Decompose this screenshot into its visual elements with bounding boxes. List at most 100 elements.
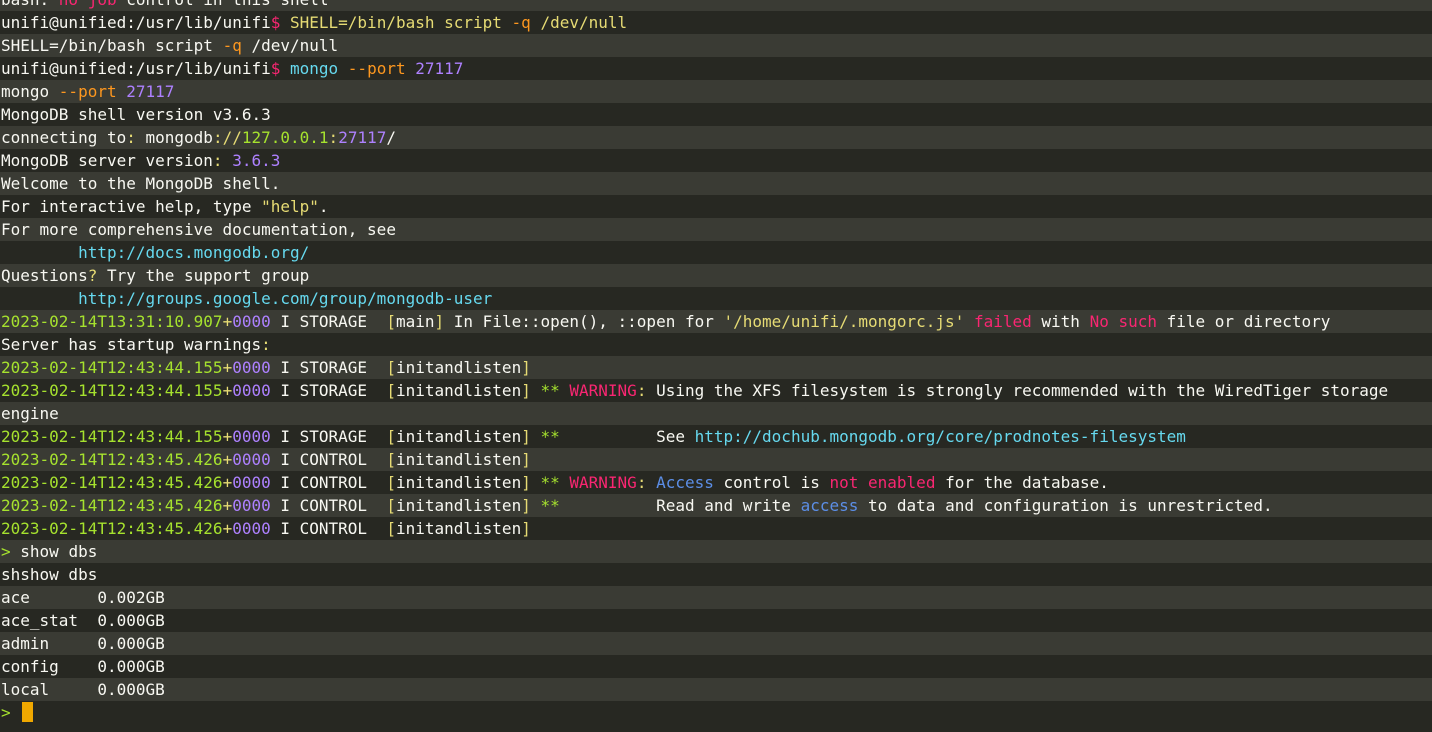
terminal-text: /dev/null [241, 36, 339, 55]
terminal-line: For interactive help, type "help". [0, 195, 1432, 218]
terminal-text: 0000 [232, 519, 271, 538]
terminal-text: failed [973, 312, 1032, 331]
terminal-text: MongoDB shell version v3.6.3 [1, 105, 271, 124]
terminal-line: http://groups.google.com/group/mongodb-u… [0, 287, 1432, 310]
terminal-text: mongo [1, 82, 59, 101]
terminal-line: Server has startup warnings: [0, 333, 1432, 356]
terminal-text: admin 0.000GB [1, 634, 165, 653]
terminal-line: > show dbs [0, 540, 1432, 563]
terminal-text: In File::open(), ::open for [444, 312, 724, 331]
terminal-text: bash: [1, 0, 59, 9]
terminal-text: Welcome to the MongoDB shell. [1, 174, 281, 193]
terminal-text: initandlisten [395, 450, 522, 469]
terminal-text: [ [386, 358, 396, 377]
terminal-text: ] [434, 312, 445, 331]
terminal-line: 2023-02-14T12:43:44.155+0000 I STORAGE [… [0, 356, 1432, 379]
terminal-text: initandlisten [395, 496, 522, 515]
terminal-text: > [1, 703, 11, 722]
terminal-text: 2023-02-14T13:31:10.907 [1, 312, 223, 331]
terminal-text: main [395, 312, 435, 331]
terminal-text: ace 0.002GB [1, 588, 165, 607]
terminal-text: 0000 [232, 496, 271, 515]
terminal-text: 3.6.3 [222, 151, 281, 170]
terminal-text: ? [87, 266, 98, 285]
terminal-text: no job [59, 0, 117, 9]
terminal-text: ** [530, 381, 560, 400]
terminal-text: I STORAGE [270, 358, 387, 377]
terminal-text: connecting to [1, 128, 127, 147]
terminal-line: shshow dbs [0, 563, 1432, 586]
terminal-text: initandlisten [395, 358, 522, 377]
terminal-text: 2023-02-14T12:43:44.155 [1, 358, 223, 377]
terminal-text: . [318, 197, 329, 216]
terminal-line: > [0, 701, 1432, 724]
terminal-text: + [222, 427, 233, 446]
terminal-text: 0000 [232, 312, 271, 331]
terminal-line: ace 0.002GB [0, 586, 1432, 609]
terminal-text: Using the XFS filesystem is strongly rec… [646, 381, 1389, 400]
terminal-text: SHELL=/bin/bash script [1, 36, 223, 55]
terminal-text: ] [521, 473, 531, 492]
terminal-text: I STORAGE [270, 381, 387, 400]
terminal-text: /dev/null [530, 13, 628, 32]
terminal-text: unifi@unified:/usr/lib/unifi [1, 59, 271, 78]
terminal-line: engine [0, 402, 1432, 425]
terminal-window[interactable]: bash: no job control in this shellunifi@… [0, 0, 1432, 732]
terminal-text: : [636, 381, 647, 400]
terminal-text: mongodb [135, 128, 213, 147]
terminal-text: MongoDB server version [1, 151, 213, 170]
terminal-text: [ [386, 381, 396, 400]
terminal-text: See [559, 427, 695, 446]
terminal-text: + [222, 496, 233, 515]
terminal-text: 2023-02-14T12:43:44.155 [1, 427, 223, 446]
terminal-text: shshow dbs [1, 565, 98, 584]
terminal-text: : [636, 473, 647, 492]
terminal-text: I STORAGE [270, 427, 387, 446]
terminal-text: 2023-02-14T12:43:44.155 [1, 381, 223, 400]
terminal-text: show dbs [10, 542, 98, 561]
terminal-text: mongo [280, 59, 348, 78]
terminal-text: WARNING [559, 381, 637, 400]
terminal-text: 2023-02-14T12:43:45.426 [1, 450, 223, 469]
terminal-text: [ [386, 473, 396, 492]
terminal-text: 2023-02-14T12:43:45.426 [1, 519, 223, 538]
terminal-line: 2023-02-14T12:43:45.426+0000 I CONTROL [… [0, 494, 1432, 517]
terminal-text: 2023-02-14T12:43:45.426 [1, 473, 223, 492]
terminal-text: WARNING [559, 473, 637, 492]
terminal-text: control is [713, 473, 830, 492]
terminal-text: + [222, 473, 233, 492]
terminal-text: Access [656, 473, 714, 492]
terminal-line: Welcome to the MongoDB shell. [0, 172, 1432, 195]
terminal-text: $ [270, 13, 281, 32]
terminal-text: [ [386, 427, 396, 446]
terminal-text: [ [386, 312, 396, 331]
terminal-text: ** [530, 496, 560, 515]
terminal-text: "help" [261, 197, 319, 216]
terminal-line: SHELL=/bin/bash script -q /dev/null [0, 34, 1432, 57]
terminal-text: for the database. [935, 473, 1109, 492]
terminal-text: Server has startup warnings [1, 335, 262, 354]
terminal-text: Try the support group [97, 266, 310, 285]
terminal-text: 127.0.0.1 [241, 128, 329, 147]
terminal-text: + [222, 519, 233, 538]
terminal-text: http://dochub.mongodb.org/core/prodnotes… [694, 427, 1186, 446]
terminal-line: Questions? Try the support group [0, 264, 1432, 287]
terminal-text: ** [530, 473, 560, 492]
terminal-line: For more comprehensive documentation, se… [0, 218, 1432, 241]
terminal-line: local 0.000GB [0, 678, 1432, 701]
terminal-text: -q [222, 36, 242, 55]
terminal-text: [ [386, 496, 396, 515]
terminal-line: 2023-02-14T12:43:45.426+0000 I CONTROL [… [0, 471, 1432, 494]
terminal-text: + [222, 381, 233, 400]
terminal-text: 0000 [232, 473, 271, 492]
terminal-text: I CONTROL [270, 473, 387, 492]
terminal-output: bash: no job control in this shellunifi@… [0, 0, 1432, 724]
terminal-text: / [386, 128, 396, 147]
terminal-text: initandlisten [395, 519, 522, 538]
terminal-text: ] [521, 496, 531, 515]
terminal-text: 0000 [232, 381, 271, 400]
terminal-line: admin 0.000GB [0, 632, 1432, 655]
terminal-line: 2023-02-14T12:43:45.426+0000 I CONTROL [… [0, 448, 1432, 471]
